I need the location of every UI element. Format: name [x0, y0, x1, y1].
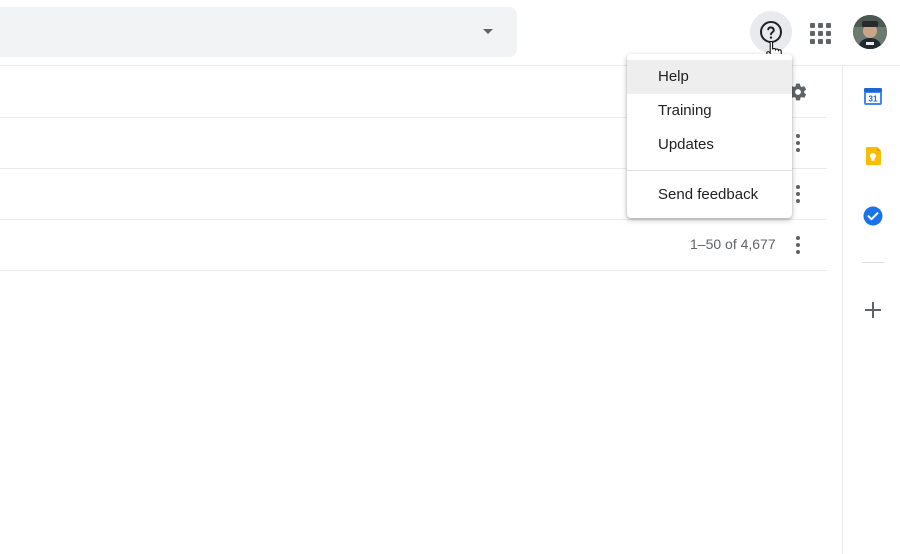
side-panel-divider: [862, 262, 884, 263]
avatar-image: [853, 15, 887, 49]
help-menu: Help Training Updates Send feedback: [627, 54, 792, 218]
side-panel: 31: [842, 66, 900, 554]
menu-item-help[interactable]: Help: [627, 60, 792, 94]
search-bar[interactable]: [0, 7, 517, 57]
search-options-caret-icon[interactable]: [483, 29, 493, 34]
more-options-icon[interactable]: [796, 236, 800, 254]
tasks-icon[interactable]: [863, 206, 883, 226]
more-options-icon[interactable]: [796, 134, 800, 152]
menu-item-updates[interactable]: Updates: [627, 128, 792, 162]
keep-icon[interactable]: [863, 146, 883, 166]
menu-item-send-feedback[interactable]: Send feedback: [627, 178, 792, 212]
svg-text:31: 31: [869, 95, 878, 104]
apps-grid-button[interactable]: [806, 19, 834, 47]
pagination-count[interactable]: 1–50 of 4,677: [690, 236, 776, 252]
user-avatar[interactable]: [853, 15, 887, 49]
more-options-icon[interactable]: [796, 185, 800, 203]
menu-item-training[interactable]: Training: [627, 94, 792, 128]
menu-divider: [627, 170, 792, 171]
calendar-icon[interactable]: 31: [863, 86, 883, 106]
plus-icon[interactable]: [865, 302, 881, 318]
